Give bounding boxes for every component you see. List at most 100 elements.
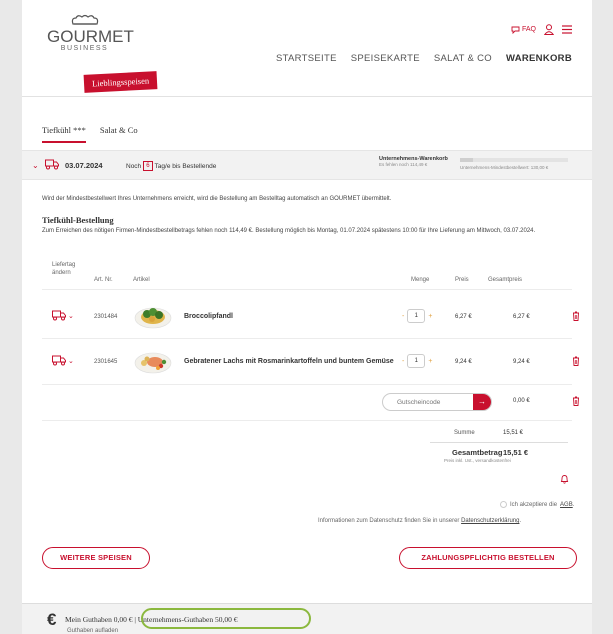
table-divider [42,384,572,385]
trash-icon[interactable] [572,356,580,366]
totals-divider [430,442,568,443]
col-artikel: Artikel [133,277,150,283]
table-row: ⌄ 2301645 Gebratener Lachs mit Rosmarink… [42,345,579,385]
agb-link[interactable]: AGB [560,502,573,508]
article-number: 2301645 [94,359,118,365]
company-cart-progress-fill [460,158,473,162]
chevron-down-icon: ⌄ [68,357,74,365]
salmon-dish-image [134,352,172,374]
voucher-field: → [382,393,492,411]
privacy-suffix: . [519,518,522,524]
top-icons: FAQ [511,24,572,35]
gesamtbetrag-label: Gesamtbetrag [452,448,503,457]
agb-consent: Ich akzeptiere die AGB. [500,501,574,508]
col-artnr: Art. Nr. [94,277,113,283]
table-divider [42,289,572,290]
company-balance-highlight [141,608,311,629]
table-divider [42,338,572,339]
unit-price: 9,24 € [455,359,472,365]
col-preis: Preis [455,277,469,283]
col-aendern: ändern [52,270,71,276]
quantity-field[interactable]: 1 [407,309,426,323]
delivery-date: 03.07.2024 [65,161,103,170]
bell-icon[interactable] [560,474,569,484]
summe-value: 15,51 € [503,430,524,436]
nav-salat-co[interactable]: SALAT & CO [434,53,492,64]
company-cart-missing: Es fehlen noch 114,49 € [379,162,428,167]
balance-footer: € Mein Guthaben 0,00 € | Unternehmens-Gu… [22,603,592,634]
col-menge: Menge [411,277,430,283]
logo-subtitle: BUSINESS [60,45,109,52]
menu-icon[interactable] [562,25,572,34]
col-gesamtpreis: Gesamtpreis [488,277,523,283]
privacy-link[interactable]: Datenschutzerklärung [461,518,519,524]
article-name[interactable]: Broccolipfandl [184,312,233,321]
gesamtbetrag-value: 15,51 € [503,448,529,457]
lieblingsspeisen-banner[interactable]: Lieblingsspeisen [83,71,158,93]
user-icon[interactable] [544,24,554,35]
decrease-button[interactable]: - [402,358,404,365]
truck-icon [45,159,59,170]
nav-startseite[interactable]: STARTSEITE [276,53,337,64]
top-up-link[interactable]: Guthaben aufladen [67,628,118,634]
table-row: ⌄ 2301484 Broccolipfandl - 1 + 6,27 € 6,… [42,300,579,340]
voucher-value: 0,00 € [513,398,530,404]
article-number: 2301484 [94,314,118,320]
days-left-badge: 6 [143,161,153,171]
truck-icon [52,355,66,366]
faq-label: FAQ [521,26,536,33]
table-divider [42,420,572,421]
row-total: 9,24 € [513,359,530,365]
privacy-note: Informationen zum Datenschutz finden Sie… [318,518,521,524]
faq-link[interactable]: FAQ [511,26,536,34]
agb-checkbox[interactable] [500,501,507,508]
tab-salat-co[interactable]: Salat & Co [100,125,138,143]
quantity-field[interactable]: 1 [407,354,426,368]
increase-button[interactable]: + [428,313,432,320]
increase-button[interactable]: + [428,358,432,365]
delivery-bar: ⌄ 03.07.2024 Noch 6 Tag/e bis Bestellend… [22,150,592,180]
chevron-down-icon[interactable]: ⌄ [32,161,39,170]
more-dishes-button[interactable]: WEITERE SPEISEN [42,547,150,569]
privacy-prefix: Informationen zum Datenschutz finden Sie… [318,518,460,524]
row-total: 6,27 € [513,314,530,320]
summe-label: Summe [454,430,475,436]
voucher-submit-button[interactable]: → [473,394,491,410]
trash-icon[interactable] [572,396,580,406]
nav-warenkorb[interactable]: WARENKORB [506,53,572,64]
agb-suffix: . [572,501,575,508]
section-text: Zum Erreichen des nötigen Firmen-Mindest… [42,228,536,234]
change-delivery-button[interactable]: ⌄ [52,310,74,321]
info-text: Wird der Mindestbestellwert Ihres Untern… [42,196,392,202]
company-cart-progress [460,158,568,162]
category-tabs: Tiefkühl *** Salat & Co [42,125,138,143]
truck-icon [52,310,66,321]
logo-wordmark: GOURMET [47,27,134,46]
page-frame: GOURMET BUSINESS Lieblingsspeisen FAQ ST… [22,0,592,634]
deadline-suffix: Tag/e bis Bestellende [154,162,217,170]
company-min-order: Unternehmens-Mindestbestellwert: 130,00 … [460,165,549,170]
chevron-down-icon: ⌄ [68,312,74,320]
deadline-prefix: Noch [126,162,142,170]
col-liefertag: Liefertag [52,262,76,268]
article-name[interactable]: Gebratener Lachs mit Rosmarinkartoffeln … [184,357,406,366]
agb-prefix: Ich akzeptiere die [510,501,558,508]
section-title: Tiefkühl-Bestellung [42,215,114,225]
voucher-input[interactable] [383,394,468,410]
chat-icon [511,26,520,34]
price-note: Preis inkl. Ust., versandkostenfrei [444,458,511,463]
header-divider [22,96,592,97]
change-delivery-button[interactable]: ⌄ [52,355,74,366]
order-button[interactable]: ZAHLUNGSPFLICHTIG BESTELLEN [399,547,577,569]
broccoli-dish-image [134,307,172,329]
company-cart-info: Unternehmens-Warenkorb Es fehlen noch 11… [379,156,448,168]
trash-icon[interactable] [572,311,580,321]
quantity-stepper: - 1 + [402,354,432,368]
quantity-stepper: - 1 + [402,309,432,323]
nav-speisekarte[interactable]: SPEISEKARTE [351,53,420,64]
main-nav: STARTSEITE SPEISEKARTE SALAT & CO WARENK… [276,53,572,64]
deadline-info: Noch 6 Tag/e bis Bestellende [126,161,216,171]
decrease-button[interactable]: - [402,313,404,320]
tab-tiefkuehl[interactable]: Tiefkühl *** [42,125,86,143]
gourmet-logo[interactable]: GOURMET BUSINESS [47,14,134,52]
